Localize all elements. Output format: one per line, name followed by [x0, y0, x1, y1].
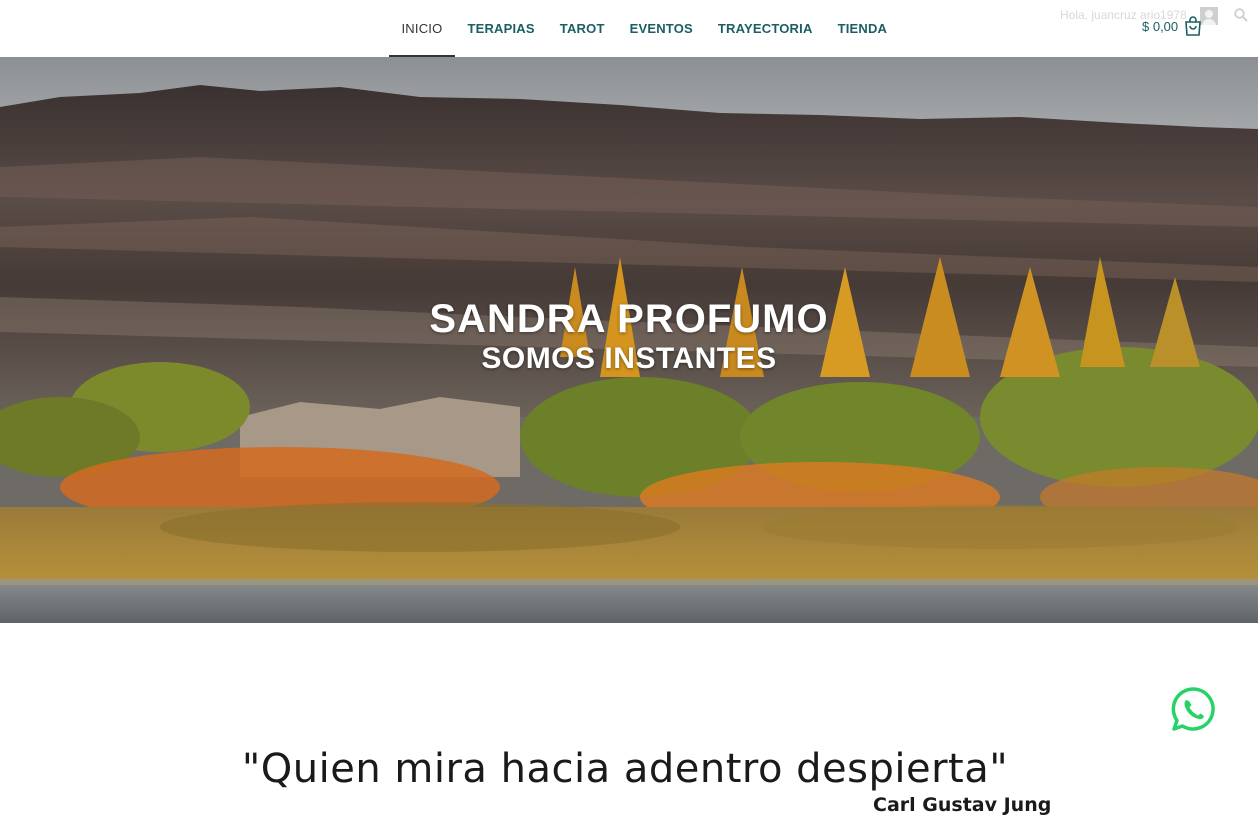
main-nav: INICIO TERAPIAS TAROT EVENTOS TRAYECTORI… [389, 0, 900, 57]
cart-total[interactable]: $ 0,00 [1142, 19, 1178, 34]
nav-item-eventos[interactable]: EVENTOS [617, 0, 705, 57]
search-icon[interactable] [1234, 8, 1248, 22]
nav-item-terapias[interactable]: TERAPIAS [455, 0, 547, 57]
site-header: INICIO TERAPIAS TAROT EVENTOS TRAYECTORI… [0, 0, 1258, 57]
user-avatar-icon[interactable] [1200, 7, 1218, 25]
quote-author: Carl Gustav Jung [873, 794, 1052, 816]
hero-title: SANDRA PROFUMO [429, 297, 829, 341]
hero-banner: SANDRA PROFUMO SOMOS INSTANTES [0, 57, 1258, 623]
hero-subtitle: SOMOS INSTANTES [481, 342, 777, 375]
nav-item-inicio[interactable]: INICIO [389, 0, 455, 57]
nav-item-tienda[interactable]: TIENDA [825, 0, 900, 57]
nav-item-tarot[interactable]: TAROT [547, 0, 617, 57]
nav-item-trayectoria[interactable]: TRAYECTORIA [705, 0, 825, 57]
shopping-bag-icon[interactable] [1184, 16, 1202, 36]
whatsapp-icon[interactable] [1170, 686, 1216, 732]
quote-text: "Quien mira hacia adentro despierta" [241, 746, 1009, 792]
